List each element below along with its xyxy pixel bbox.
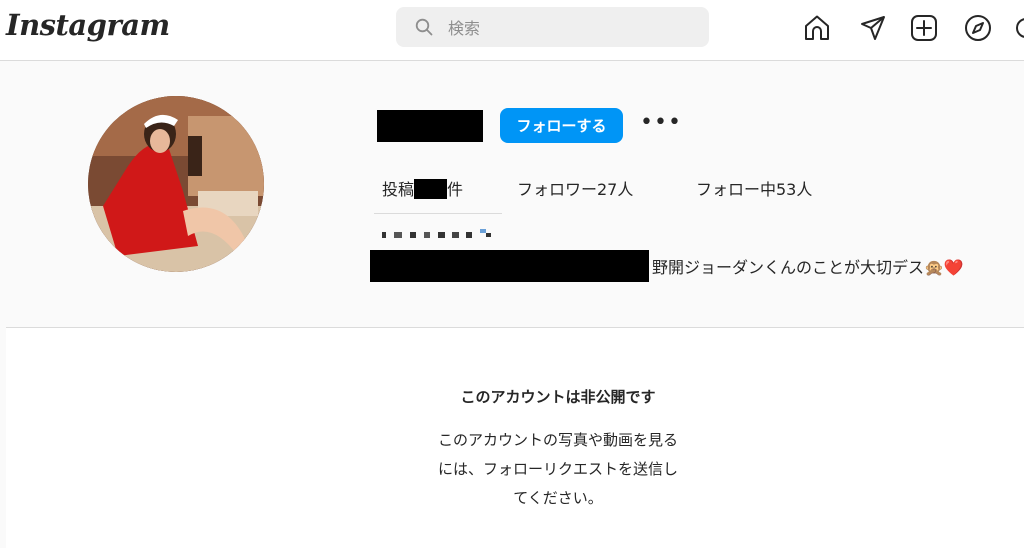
avatar-photo [88, 96, 264, 272]
posts-count-redacted [414, 179, 448, 199]
private-account-title: このアカウントは非公開です [460, 388, 656, 406]
username-redacted [377, 110, 483, 142]
instagram-logo[interactable]: Instagram [6, 8, 170, 42]
private-account-description: このアカウントの写真や動画を見る には、フォローリクエストを送信し てください。 [6, 426, 1024, 513]
profile-avatar[interactable] [88, 96, 264, 272]
search-input[interactable] [446, 16, 690, 40]
posts-label: 投稿 [382, 180, 415, 199]
private-desc-line: には、フォローリクエストを送信し [437, 460, 678, 478]
following-count[interactable]: フォロー中53人 [696, 176, 812, 200]
stats-underline [374, 213, 502, 214]
search-box[interactable] [396, 7, 709, 47]
explore-icon[interactable] [963, 13, 993, 43]
followers-count[interactable]: フォロワー27人 [517, 176, 633, 200]
top-navigation-bar: Instagram [0, 0, 1024, 61]
posts-unit: 件 [447, 180, 464, 199]
bio-text: 野開ジョーダンくんのことが大切デス🙊❤️ [652, 258, 964, 277]
new-post-icon[interactable] [909, 13, 939, 43]
follow-button[interactable]: フォローする [500, 108, 623, 143]
send-icon[interactable] [858, 13, 888, 43]
private-desc-line: このアカウントの写真や動画を見る [437, 431, 678, 449]
private-account-panel: このアカウントは非公開です このアカウントの写真や動画を見る には、フォローリク… [6, 328, 1024, 548]
more-options-button[interactable]: ••• [640, 112, 681, 140]
display-name-pixelated [382, 229, 491, 238]
bio-redacted [370, 250, 649, 282]
search-icon [415, 18, 433, 36]
posts-count: 投稿 件 [382, 176, 463, 200]
home-icon[interactable] [802, 13, 832, 43]
notifications-icon[interactable] [1014, 13, 1024, 43]
private-desc-line: てください。 [513, 489, 603, 507]
